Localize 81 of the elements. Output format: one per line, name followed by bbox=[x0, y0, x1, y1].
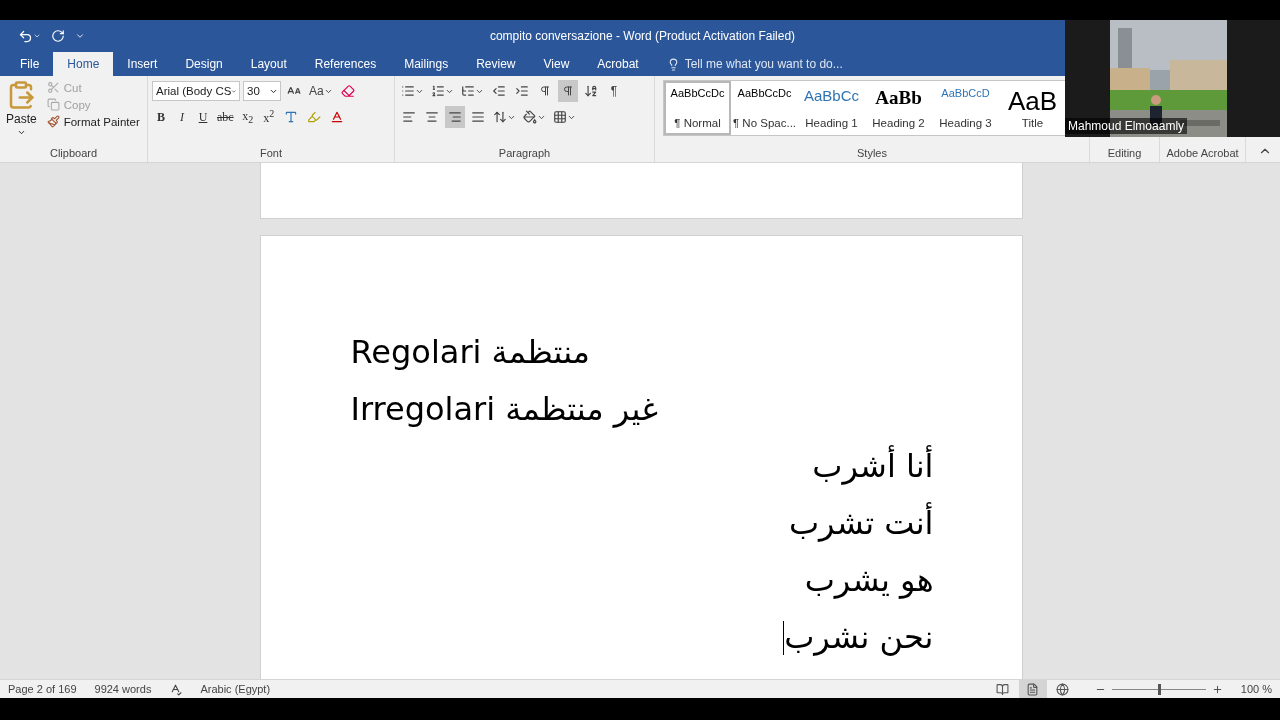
participant-name: Mahmoud Elmoaamly bbox=[1065, 118, 1188, 134]
right-to-left-button[interactable] bbox=[558, 80, 578, 102]
show-marks-button[interactable]: ¶ bbox=[604, 80, 624, 102]
ribbon-tab[interactable]: Review bbox=[462, 52, 530, 76]
document-text: أنت تشرب bbox=[788, 501, 934, 544]
dropdown-caret-icon bbox=[16, 128, 26, 137]
document-text: أنا أشرب bbox=[812, 444, 934, 487]
document-text: نحن نشرب bbox=[784, 617, 934, 658]
print-layout-icon bbox=[1026, 682, 1040, 696]
dropdown-caret-icon bbox=[33, 32, 41, 40]
format-button[interactable]: x$_{2}$ bbox=[238, 106, 257, 128]
copy-icon bbox=[46, 98, 60, 111]
redo-button[interactable] bbox=[51, 29, 65, 43]
eraser-icon bbox=[340, 84, 355, 98]
format-painter-button[interactable]: Format Painter bbox=[44, 114, 142, 129]
read-mode-icon bbox=[996, 682, 1010, 696]
group-label: Styles bbox=[856, 146, 888, 161]
ribbon-tab[interactable]: Design bbox=[171, 52, 237, 76]
align-center-icon bbox=[425, 110, 439, 124]
numbering-icon bbox=[431, 84, 445, 98]
group-label: Adobe Acrobat bbox=[1165, 146, 1240, 161]
web-layout-icon bbox=[1056, 682, 1070, 696]
ribbon-tab[interactable]: Layout bbox=[236, 52, 301, 76]
ribbon-tab[interactable]: View bbox=[529, 52, 584, 76]
pilcrow-icon bbox=[562, 85, 574, 97]
undo-icon bbox=[18, 28, 33, 44]
paint-bucket-icon bbox=[523, 110, 537, 124]
borders-icon bbox=[553, 110, 567, 124]
font-color-icon bbox=[329, 110, 344, 124]
format-button[interactable]: x$^{2}$ bbox=[259, 106, 278, 128]
sort-icon bbox=[584, 84, 598, 98]
ribbon-tab[interactable]: Insert bbox=[113, 52, 172, 76]
customize-toolbar-button[interactable] bbox=[75, 31, 85, 41]
bullets-icon bbox=[401, 84, 415, 98]
align-right-button[interactable] bbox=[445, 106, 465, 128]
align-right-icon bbox=[448, 110, 462, 124]
increase-indent-icon bbox=[515, 84, 529, 98]
group-label: Font bbox=[259, 146, 283, 161]
word-count[interactable]: 9924 words bbox=[94, 683, 152, 695]
document-text: Regolari منتظمة bbox=[350, 332, 590, 373]
font-name-field[interactable]: Arial (Body CS bbox=[152, 81, 240, 101]
format-button[interactable]: B bbox=[152, 106, 170, 128]
ribbon-tab[interactable]: Acrobat bbox=[583, 52, 653, 76]
ribbon-tab[interactable]: Mailings bbox=[390, 52, 463, 76]
tell-me-field[interactable]: Tell me what you want to do... bbox=[666, 52, 843, 76]
paste-button[interactable]: Paste bbox=[4, 80, 39, 146]
document-text: Irregolari غير منتظمة bbox=[350, 389, 658, 430]
pilcrow-icon bbox=[539, 85, 551, 97]
group-label: Paragraph bbox=[497, 146, 552, 161]
style-item[interactable]: AaBbCcDc ¶ Normal bbox=[664, 81, 731, 135]
change-case-button[interactable]: Aa bbox=[307, 80, 335, 102]
print-layout-button[interactable] bbox=[1018, 680, 1047, 698]
ribbon-tab[interactable]: References bbox=[300, 52, 391, 76]
text-effects-icon bbox=[283, 110, 298, 124]
format-button[interactable]: U bbox=[194, 106, 212, 128]
redo-icon bbox=[51, 29, 65, 43]
align-left-icon bbox=[402, 110, 416, 124]
undo-button[interactable] bbox=[18, 28, 41, 44]
dropdown-caret-icon bbox=[75, 31, 85, 41]
scissors-icon bbox=[46, 81, 60, 94]
paintbrush-icon bbox=[46, 115, 60, 128]
group-label: Editing bbox=[1106, 146, 1143, 161]
proofing-icon bbox=[169, 682, 183, 696]
ribbon-tab[interactable]: Home bbox=[53, 52, 114, 76]
highlighter-icon bbox=[306, 110, 321, 124]
decrease-indent-icon bbox=[492, 84, 506, 98]
format-button[interactable]: abc bbox=[215, 106, 236, 128]
zoom-in-icon bbox=[1211, 683, 1223, 695]
document-text: هو يشرب bbox=[804, 560, 934, 601]
group-label: Clipboard bbox=[48, 146, 99, 161]
ribbon-tab[interactable]: File bbox=[6, 52, 54, 76]
language-status[interactable]: Arabic (Egypt) bbox=[200, 683, 271, 695]
zoom-slider-thumb[interactable] bbox=[1157, 683, 1161, 695]
multilevel-list-icon bbox=[461, 84, 475, 98]
format-button[interactable]: I bbox=[173, 106, 191, 128]
page-count[interactable]: Page 2 of 169 bbox=[8, 683, 77, 695]
justify-icon bbox=[471, 110, 485, 124]
window-title: compito conversazione - Word (Product Activation Failed) bbox=[488, 29, 797, 43]
font-size-field[interactable]: 30 bbox=[243, 81, 281, 101]
zoom-level[interactable]: 100 % bbox=[1240, 683, 1272, 695]
line-spacing-icon bbox=[493, 110, 507, 124]
